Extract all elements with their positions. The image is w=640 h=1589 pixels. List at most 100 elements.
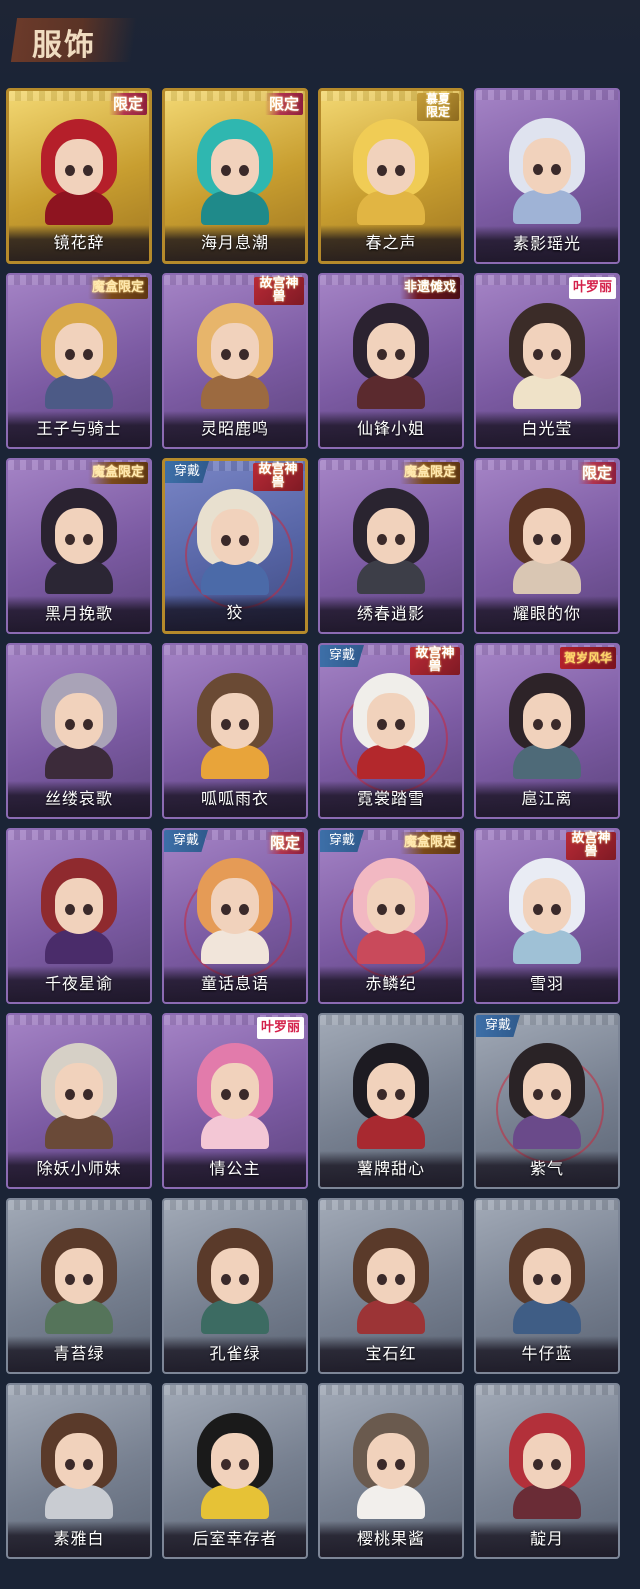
portrait-eye [395,1459,405,1470]
costume-card[interactable]: 情公主 叶罗丽 [162,1013,308,1189]
portrait-face [55,1063,103,1119]
character-portrait [503,488,591,594]
costume-card[interactable]: 紫气 穿戴 [474,1013,620,1189]
portrait-outfit [357,191,425,225]
character-portrait [347,303,435,409]
costume-card[interactable]: 黑月挽歌 魔盒限定 [6,458,152,634]
costume-card[interactable]: 耀眼的你 限定 [474,458,620,634]
portrait-face [55,323,103,379]
costume-name: 后室幸存者 [192,1529,278,1548]
costume-name: 紫气 [529,1159,564,1178]
portrait-face [523,323,571,379]
portrait-face [211,1248,259,1304]
badge-festival: 贺岁风华 [559,647,616,669]
costume-name: 牛仔蓝 [521,1344,573,1363]
badge-collab: 叶罗丽 [568,277,616,299]
costume-card[interactable]: 青苔绿 [6,1198,152,1374]
costume-card[interactable]: 镜花辞 限定 [6,88,152,264]
portrait-eye [533,164,543,175]
page-title: 服饰 [32,28,96,63]
character-portrait [503,673,591,779]
costume-name: 仙锋小姐 [356,419,425,438]
character-portrait [191,303,279,409]
badge-limited: 限定 [265,832,304,854]
portrait-eye [221,904,231,915]
costume-card[interactable]: 薯牌甜心 [318,1013,464,1189]
costume-card[interactable]: 雪羽 故宫神兽 [474,828,620,1004]
costume-name: 青苔绿 [53,1344,105,1363]
portrait-face [523,138,571,194]
portrait-eye [65,165,75,176]
costume-card[interactable]: 素雅白 [6,1383,152,1559]
portrait-eye [533,349,543,360]
costume-card[interactable]: 除妖小师妹 [6,1013,152,1189]
costume-name: 扈江离 [521,789,573,808]
portrait-face [367,139,415,195]
costume-card[interactable]: 素影瑶光 [474,88,620,264]
costume-card[interactable]: 丝缕哀歌 [6,643,152,819]
character-portrait [503,303,591,409]
portrait-eye [533,534,543,545]
portrait-eye [239,535,249,546]
costume-card[interactable]: 霓裳踏雪 故宫神兽 穿戴 [318,643,464,819]
costume-card[interactable]: 赤鳞纪 魔盒限定 穿戴 [318,828,464,1004]
worn-tag: 穿戴 [476,1015,520,1037]
costume-card[interactable]: 白光莹 叶罗丽 [474,273,620,449]
costume-card[interactable]: 王子与骑士 魔盒限定 [6,273,152,449]
portrait-face [367,1248,415,1304]
costume-card[interactable]: 绣春逍影 魔盒限定 [318,458,464,634]
card-edge-texture [320,1200,462,1210]
character-portrait [191,489,279,595]
costume-card[interactable]: 呱呱雨衣 [162,643,308,819]
costume-card[interactable]: 靛月 [474,1383,620,1559]
costume-card[interactable]: 后室幸存者 [162,1383,308,1559]
character-portrait [503,858,591,964]
costume-name: 童话息语 [200,974,269,993]
costume-name: 霓裳踏雪 [356,789,425,808]
costume-name: 除妖小师妹 [36,1159,122,1178]
portrait-eye [221,349,231,360]
costume-card[interactable]: 春之声 慕夏限定 [318,88,464,264]
costume-card[interactable]: 孔雀绿 [162,1198,308,1374]
badge-magicbox: 魔盒限定 [87,462,148,484]
portrait-outfit [513,930,581,964]
costume-card[interactable]: 海月息潮 限定 [162,88,308,264]
card-edge-texture [164,645,306,655]
costume-card[interactable]: 樱桃果酱 [318,1383,464,1559]
badge-limited: 限定 [108,93,147,115]
portrait-face [55,1433,103,1489]
badge-palace: 故宫神兽 [253,463,303,491]
portrait-eye [221,165,231,176]
costume-name: 春之声 [365,233,417,252]
costume-card[interactable]: 宝石红 [318,1198,464,1374]
portrait-outfit [45,745,113,779]
portrait-face [211,878,259,934]
portrait-face [55,693,103,749]
costume-card[interactable]: 扈江离 贺岁风华 [474,643,620,819]
portrait-eye [239,719,249,730]
portrait-outfit [201,1115,269,1149]
costume-card[interactable]: 童话息语 限定 穿戴 [162,828,308,1004]
portrait-eye [395,719,405,730]
portrait-eye [551,1089,561,1100]
character-portrait [347,858,435,964]
costume-name: 王子与骑士 [36,419,122,438]
character-portrait [35,1413,123,1519]
portrait-eye [83,719,93,730]
costume-name: 镜花辞 [53,233,105,252]
portrait-eye [221,719,231,730]
costume-name: 白光莹 [521,419,573,438]
portrait-eye [83,1274,93,1285]
costume-card[interactable]: 狡 故宫神兽 穿戴 [162,458,308,634]
portrait-eye [83,904,93,915]
character-portrait [347,1413,435,1519]
costume-card[interactable]: 灵昭鹿鸣 故宫神兽 [162,273,308,449]
character-portrait [35,488,123,594]
portrait-eye [533,1459,543,1470]
portrait-outfit [201,191,269,225]
portrait-outfit [201,375,269,409]
costume-card[interactable]: 仙锋小姐 非遗傩戏 [318,273,464,449]
costume-card[interactable]: 千夜星谕 [6,828,152,1004]
portrait-eye [395,1274,405,1285]
costume-card[interactable]: 牛仔蓝 [474,1198,620,1374]
